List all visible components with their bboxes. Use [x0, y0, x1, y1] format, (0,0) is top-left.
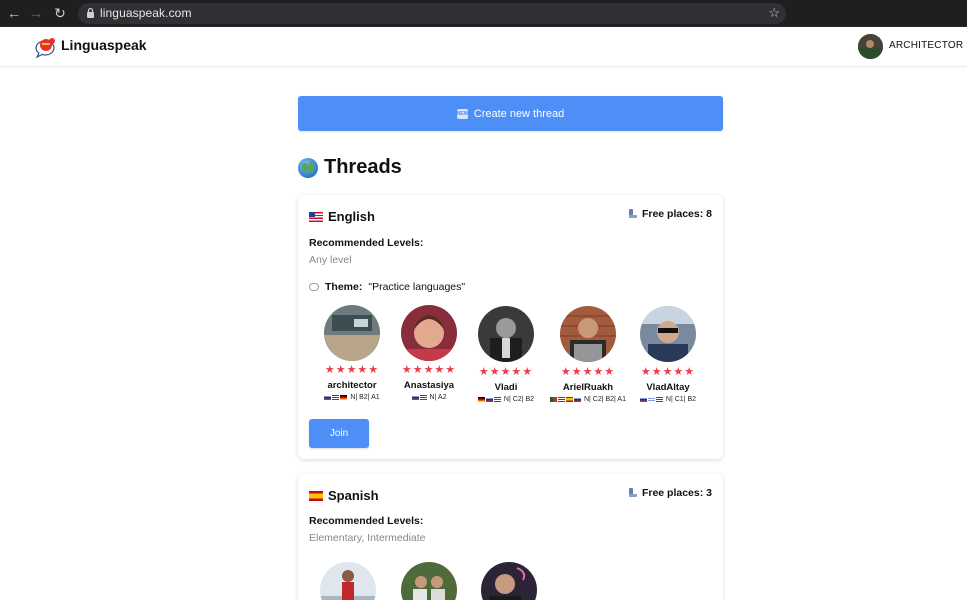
member-levels: N| A2 [389, 394, 469, 401]
member-levels: N| C2| B2 [466, 396, 546, 403]
pt-flag-icon [550, 396, 557, 402]
globe-icon [298, 157, 318, 178]
lock-icon [87, 7, 94, 18]
address-bar[interactable]: linguaspeak.com ☆ [78, 3, 786, 24]
us-flag-icon [558, 396, 565, 402]
member-name[interactable]: Vladi [466, 382, 546, 393]
us-flag-icon [419, 394, 427, 400]
ru-flag-icon [574, 396, 581, 402]
member-name[interactable]: VladAltay [628, 382, 708, 393]
forward-arrow-icon[interactable]: → [28, 5, 44, 21]
member-rating: ★★★★★ [324, 364, 380, 376]
thread-theme: Theme: "Practice languages" [309, 281, 465, 293]
member-avatar[interactable] [320, 562, 376, 600]
member-avatar[interactable] [401, 305, 457, 361]
recommended-levels-value: Any level [309, 254, 352, 266]
us-flag-icon [309, 211, 323, 222]
member-name[interactable]: architector [312, 380, 392, 391]
app-name[interactable]: Linguaspeak [61, 37, 147, 53]
us-flag-icon [493, 396, 501, 402]
member-name[interactable]: ArielRuakh [548, 382, 628, 393]
member-levels: N| B2| A1 [312, 394, 392, 401]
language-name: English [328, 209, 375, 224]
de-flag-icon [340, 394, 348, 400]
threads-heading: Threads [298, 156, 402, 179]
recommended-levels-label: Recommended Levels: [309, 515, 424, 527]
free-places: Free places: 3 [628, 487, 712, 499]
member-rating: ★★★★★ [640, 366, 696, 378]
de-flag-icon [477, 396, 485, 402]
recommended-levels-value: Elementary, Intermediate [309, 532, 426, 544]
recommended-levels-label: Recommended Levels: [309, 237, 424, 249]
member-levels: N| C2| B2| A1 [548, 396, 628, 403]
browser-toolbar: ← → ↻ linguaspeak.com ☆ [0, 0, 967, 27]
back-arrow-icon[interactable]: ← [6, 5, 22, 21]
member-avatar[interactable] [560, 306, 616, 362]
member-rating: ★★★★★ [560, 366, 616, 378]
thread-language: Spanish [309, 488, 379, 503]
es-flag-icon [566, 396, 573, 402]
member-levels-text: N| C1| B2 [665, 396, 697, 403]
reload-icon[interactable]: ↻ [52, 5, 68, 21]
member-levels-text: N| C2| B2| A1 [583, 396, 626, 403]
member-avatar[interactable] [401, 562, 457, 600]
free-places: Free places: 8 [628, 208, 712, 220]
us-flag-icon [332, 394, 340, 400]
threads-title: Threads [324, 156, 402, 178]
ru-flag-icon [411, 394, 419, 400]
ru-flag-icon [639, 396, 647, 402]
user-avatar[interactable] [858, 34, 883, 59]
ru-flag-icon [485, 396, 493, 402]
member-levels: N| C1| B2 [628, 396, 708, 403]
seat-icon [628, 487, 637, 499]
new-icon: NEW [456, 108, 469, 119]
seat-icon [628, 208, 637, 220]
member-list [309, 560, 714, 600]
member-name[interactable]: Anastasiya [389, 380, 469, 391]
us-flag-icon [655, 396, 663, 402]
member-avatar[interactable] [640, 306, 696, 362]
member-avatar[interactable] [478, 306, 534, 362]
member-list: ★★★★★ architector N| B2| A1 ★★★★★ Anasta… [309, 305, 714, 405]
theme-value: "Practice languages" [368, 281, 466, 293]
member-rating: ★★★★★ [478, 366, 534, 378]
speech-bubble-icon [309, 283, 319, 291]
thread-card: English Free places: 8 Recommended Level… [298, 195, 723, 459]
bookmark-star-icon[interactable]: ☆ [768, 5, 780, 21]
url-text: linguaspeak.com [100, 6, 192, 20]
theme-label: Theme: [325, 281, 363, 293]
free-places-text: Free places: 3 [641, 487, 712, 499]
app-header: Linguaspeak ARCHITECTOR [0, 27, 967, 67]
user-name[interactable]: ARCHITECTOR [889, 40, 963, 51]
logo-icon [35, 38, 55, 59]
thread-card: Spanish Free places: 3 Recommended Level… [298, 474, 723, 600]
create-thread-button[interactable]: NEW Create new thread [298, 96, 723, 131]
join-button[interactable]: Join [309, 419, 369, 448]
ru-flag-icon [324, 394, 332, 400]
language-name: Spanish [328, 488, 379, 503]
il-flag-icon [647, 396, 655, 402]
member-levels-text: N| C2| B2 [503, 396, 535, 403]
member-levels-text: N| B2| A1 [350, 394, 380, 401]
member-avatar[interactable] [481, 562, 537, 600]
member-levels-text: N| A2 [429, 394, 447, 401]
thread-language: English [309, 209, 375, 224]
member-rating: ★★★★★ [401, 364, 457, 376]
es-flag-icon [309, 490, 323, 501]
free-places-text: Free places: 8 [641, 208, 712, 220]
member-avatar[interactable] [324, 305, 380, 361]
create-thread-label: Create new thread [473, 107, 565, 120]
